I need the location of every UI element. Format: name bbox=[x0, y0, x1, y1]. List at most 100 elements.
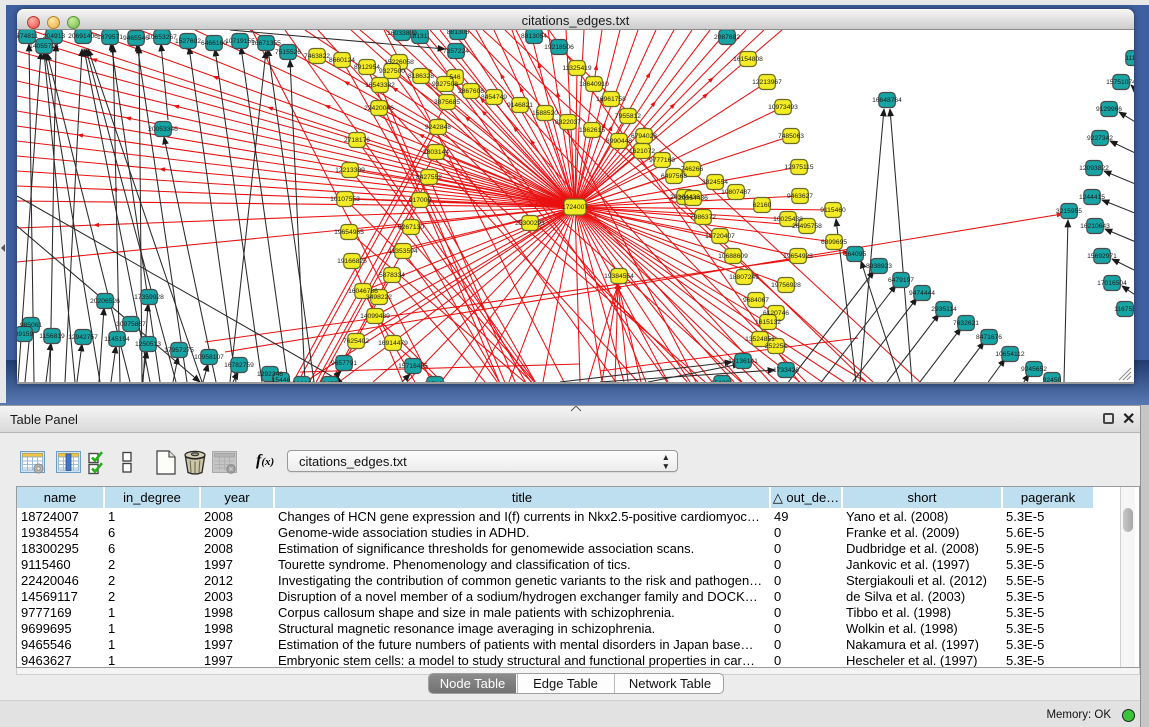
svg-text:881305: 881305 bbox=[447, 30, 470, 36]
svg-text:8454749: 8454749 bbox=[481, 94, 507, 101]
svg-text:8990448: 8990448 bbox=[606, 138, 632, 145]
svg-text:16914479: 16914479 bbox=[378, 340, 408, 347]
svg-text:1244415: 1244415 bbox=[1079, 194, 1105, 201]
svg-text:20364436: 20364436 bbox=[678, 195, 708, 202]
svg-text:1250513: 1250513 bbox=[135, 341, 161, 348]
svg-text:10107553: 10107553 bbox=[330, 196, 360, 203]
svg-text:6899695: 6899695 bbox=[821, 239, 847, 246]
svg-text:17016504: 17016504 bbox=[1097, 280, 1127, 287]
svg-text:746266: 746266 bbox=[681, 166, 704, 173]
svg-text:9465546: 9465546 bbox=[123, 35, 149, 42]
svg-text:15720407: 15720407 bbox=[705, 233, 735, 240]
svg-text:9463627: 9463627 bbox=[787, 193, 813, 200]
svg-text:8131: 8131 bbox=[413, 33, 428, 40]
svg-text:9242848: 9242848 bbox=[425, 124, 451, 131]
svg-text:8322037: 8322037 bbox=[555, 119, 581, 126]
svg-text:116753: 116753 bbox=[1114, 306, 1134, 313]
svg-text:9146821: 9146821 bbox=[507, 102, 533, 109]
svg-text:25300293: 25300293 bbox=[515, 220, 545, 227]
svg-text:15751074: 15751074 bbox=[1106, 79, 1134, 86]
svg-text:17359928: 17359928 bbox=[134, 294, 164, 301]
svg-text:8912954: 8912954 bbox=[354, 64, 380, 71]
svg-text:1621072: 1621072 bbox=[629, 148, 655, 155]
svg-text:16671355: 16671355 bbox=[251, 40, 281, 47]
svg-text:9227342: 9227342 bbox=[1087, 135, 1113, 142]
svg-text:8471676: 8471676 bbox=[976, 334, 1002, 341]
svg-text:917006: 917006 bbox=[409, 197, 432, 204]
svg-text:2935114: 2935114 bbox=[931, 306, 957, 313]
svg-text:7515526: 7515526 bbox=[275, 49, 301, 56]
svg-text:19384554: 19384554 bbox=[604, 273, 634, 280]
svg-text:14055724: 14055724 bbox=[29, 43, 59, 50]
svg-text:1724007: 1724007 bbox=[562, 204, 588, 211]
svg-text:1615132: 1615132 bbox=[755, 319, 781, 326]
svg-text:15692971: 15692971 bbox=[1087, 253, 1117, 260]
svg-text:2803144: 2803144 bbox=[423, 149, 449, 156]
svg-text:9657791: 9657791 bbox=[331, 360, 357, 367]
svg-text:17957275: 17957275 bbox=[164, 347, 194, 354]
svg-text:7625402: 7625402 bbox=[343, 338, 369, 345]
svg-text:15716485: 15716485 bbox=[398, 363, 428, 370]
svg-text:16648764: 16648764 bbox=[872, 97, 902, 104]
svg-text:9245652: 9245652 bbox=[1021, 366, 1047, 373]
svg-text:1733426: 1733426 bbox=[773, 367, 799, 374]
svg-text:19218506: 19218506 bbox=[544, 44, 574, 51]
svg-text:7955812: 7955812 bbox=[615, 113, 641, 120]
svg-text:1879571: 1879571 bbox=[97, 34, 123, 41]
svg-text:3498222: 3498222 bbox=[366, 294, 392, 301]
svg-text:8660124: 8660124 bbox=[329, 57, 355, 64]
svg-text:3824554: 3824554 bbox=[702, 179, 728, 186]
svg-text:30975867: 30975867 bbox=[116, 321, 146, 328]
svg-text:9129966: 9129966 bbox=[1096, 106, 1122, 113]
svg-text:985061: 985061 bbox=[20, 322, 43, 329]
svg-text:11325419: 11325419 bbox=[562, 65, 592, 72]
svg-text:10973493: 10973493 bbox=[768, 104, 798, 111]
svg-text:7463822: 7463822 bbox=[304, 53, 330, 60]
svg-text:19166825: 19166825 bbox=[337, 258, 367, 265]
svg-text:1156819: 1156819 bbox=[39, 333, 65, 340]
svg-text:12213389: 12213389 bbox=[335, 167, 365, 174]
svg-text:16961758: 16961758 bbox=[596, 96, 626, 103]
svg-text:7485063: 7485063 bbox=[778, 133, 804, 140]
svg-text:7357224: 7357224 bbox=[443, 48, 469, 55]
svg-text:9474444: 9474444 bbox=[909, 290, 935, 297]
svg-text:19654985: 19654985 bbox=[334, 229, 364, 236]
svg-text:11171: 11171 bbox=[1125, 55, 1134, 62]
svg-text:3215955: 3215955 bbox=[1056, 208, 1082, 215]
svg-text:8938923: 8938923 bbox=[866, 263, 892, 270]
svg-text:20691406: 20691406 bbox=[68, 33, 98, 40]
svg-text:2087682: 2087682 bbox=[714, 34, 740, 41]
svg-text:13524851: 13524851 bbox=[745, 336, 775, 343]
svg-text:20206526: 20206526 bbox=[90, 298, 120, 305]
svg-text:6497568: 6497568 bbox=[661, 173, 687, 180]
svg-text:22420046: 22420046 bbox=[364, 105, 394, 112]
svg-text:20053346: 20053346 bbox=[148, 126, 178, 133]
svg-text:3875685: 3875685 bbox=[434, 99, 460, 106]
svg-text:1362615: 1362615 bbox=[579, 127, 605, 134]
svg-text:7986372: 7986372 bbox=[690, 214, 716, 221]
svg-text:1588520: 1588520 bbox=[532, 110, 558, 117]
svg-text:10688609: 10688609 bbox=[718, 253, 748, 260]
svg-text:252254: 252254 bbox=[765, 343, 788, 350]
svg-text:10653267: 10653267 bbox=[147, 34, 177, 41]
svg-text:62160: 62160 bbox=[753, 202, 772, 209]
svg-text:12213967: 12213967 bbox=[752, 79, 782, 86]
svg-text:874811: 874811 bbox=[17, 33, 38, 40]
svg-text:10654112: 10654112 bbox=[995, 351, 1025, 358]
svg-text:6466160: 6466160 bbox=[201, 40, 227, 47]
svg-text:14136141: 14136141 bbox=[728, 358, 758, 365]
svg-text:15226058: 15226058 bbox=[384, 59, 414, 66]
svg-text:16210643: 16210643 bbox=[1080, 223, 1110, 230]
svg-text:19756928: 19756928 bbox=[771, 282, 801, 289]
svg-text:9684067: 9684067 bbox=[743, 297, 769, 304]
svg-text:7632621: 7632621 bbox=[953, 320, 979, 327]
svg-text:8813054: 8813054 bbox=[521, 33, 547, 40]
svg-text:16782759: 16782759 bbox=[224, 362, 254, 369]
svg-text:9777169: 9777169 bbox=[649, 157, 675, 164]
svg-text:1145194: 1145194 bbox=[104, 336, 130, 343]
svg-text:26495758: 26495758 bbox=[792, 223, 822, 230]
svg-text:8427552: 8427552 bbox=[416, 174, 442, 181]
svg-text:8186328: 8186328 bbox=[408, 73, 434, 80]
svg-text:18807249: 18807249 bbox=[729, 274, 759, 281]
svg-text:1527602: 1527602 bbox=[175, 38, 201, 45]
